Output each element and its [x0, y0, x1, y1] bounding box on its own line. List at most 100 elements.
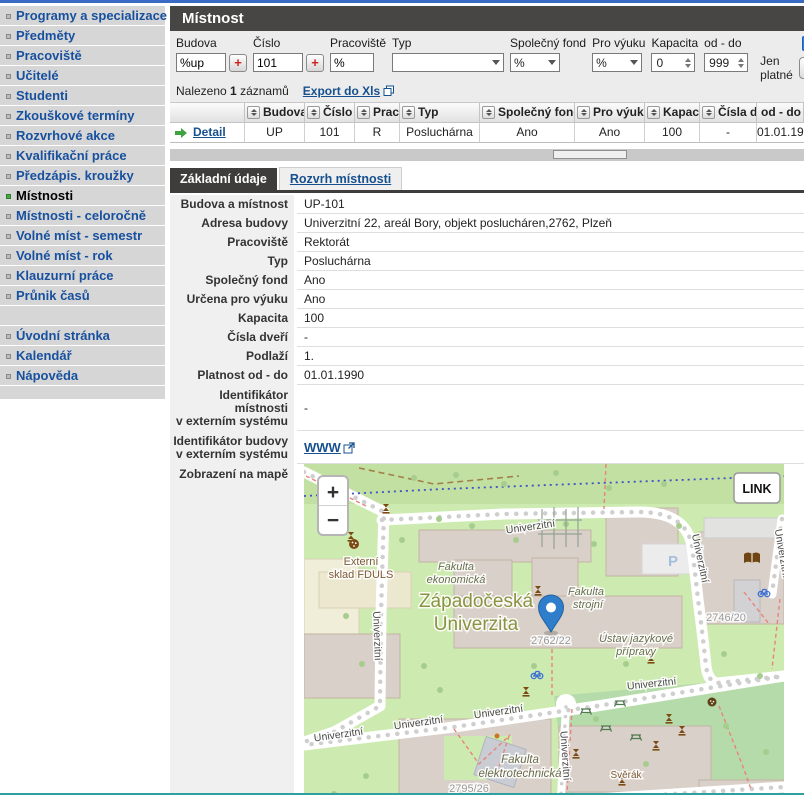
- jen-platne-label: Jen platné: [760, 54, 793, 82]
- sidebar-item-uvodni-stranka[interactable]: Úvodní stránka: [0, 326, 165, 345]
- bullet-icon: [6, 74, 11, 79]
- sidebar-item-predmety[interactable]: Předměty: [0, 26, 165, 45]
- sidebar-item-volne-mist-semestr[interactable]: Volné míst - semestr: [0, 226, 165, 245]
- row-arrow-icon[interactable]: [174, 127, 188, 139]
- detail-row: Adresa budovyUniverzitní 22, areál Bory,…: [170, 214, 804, 233]
- tab-underline: [170, 190, 804, 193]
- cell-cislo: 101: [305, 123, 355, 143]
- sidebar-item-napoveda[interactable]: Nápověda: [0, 366, 165, 385]
- spolecny-fond-select[interactable]: %: [510, 53, 560, 72]
- tab-rozvrh-mistnosti[interactable]: Rozvrh místnosti: [279, 167, 402, 190]
- external-link-icon: [343, 442, 355, 454]
- sort-typ-button[interactable]: [402, 106, 415, 119]
- page: Programy a specializace Předměty Pracovi…: [0, 0, 804, 795]
- pro-vyuku-label: Pro výuku: [592, 36, 645, 50]
- bullet-icon: [6, 354, 11, 359]
- scrollbar-thumb[interactable]: [553, 150, 627, 159]
- pracoviste-label: Pracoviště: [330, 36, 386, 50]
- sidebar-item-pracoviste[interactable]: Pracoviště: [0, 46, 165, 65]
- zoom-in-button[interactable]: +: [327, 481, 339, 504]
- sort-cislo-button[interactable]: [307, 106, 320, 119]
- export-xls-link[interactable]: Export do Xls: [303, 84, 380, 98]
- spolecny-fond-value: Ano: [297, 271, 804, 290]
- cisla-dveri-value: -: [297, 328, 804, 347]
- pracoviste-input[interactable]: [330, 53, 374, 72]
- sidebar-item-ucitele[interactable]: Učitelé: [0, 66, 165, 85]
- od-do-label: od - do: [704, 36, 748, 50]
- sort-pro-vyuku-button[interactable]: [577, 106, 590, 119]
- chevron-down-icon: [492, 60, 500, 65]
- sort-budova-button[interactable]: [247, 106, 260, 119]
- sidebar-item-zkouskove-terminy[interactable]: Zkouškové termíny: [0, 106, 165, 125]
- svg-text:Univerzitní: Univerzitní: [370, 611, 384, 661]
- sidebar-item-kvalifikacni-prace[interactable]: Kvalifikační práce: [0, 146, 165, 165]
- budova-a-mistnost-value: UP-101: [297, 195, 804, 214]
- budova-lookup-button[interactable]: +: [229, 54, 247, 72]
- filter-bar: Budova + Číslo + Pracoviště Typ: [170, 31, 804, 81]
- www-link[interactable]: WWW: [304, 441, 341, 454]
- bullet-icon: [6, 94, 11, 99]
- cislo-lookup-button[interactable]: +: [306, 54, 324, 72]
- cell-cisla-dveri: -: [700, 123, 757, 143]
- svg-text:Fakulta: Fakulta: [568, 586, 604, 598]
- sort-prac-button[interactable]: [357, 106, 370, 119]
- results-table-header: Budova Číslo Prac. Typ Společný fond Pro…: [170, 103, 804, 123]
- cell-spolecny-fond: Ano: [480, 123, 575, 143]
- filter-pracoviste: Pracoviště: [330, 36, 386, 72]
- cislo-input[interactable]: [253, 53, 303, 72]
- detail-link[interactable]: Detail: [193, 123, 226, 142]
- zoom-out-button[interactable]: −: [327, 509, 339, 532]
- urcena-pro-vyuku-value: Ano: [297, 290, 804, 309]
- export-window-icon: [383, 85, 395, 97]
- filter-spolecny-fond: Společný fond %: [510, 36, 586, 72]
- bullet-icon: [6, 334, 11, 339]
- sidebar-item-prunik-casu[interactable]: Průnik časů: [0, 286, 165, 305]
- cell-kapacita: 100: [645, 123, 700, 143]
- bullet-icon: [6, 274, 11, 279]
- svg-text:Fakulta: Fakulta: [438, 561, 474, 573]
- kapacita-stepper[interactable]: 0: [651, 53, 695, 72]
- typ-select[interactable]: [392, 53, 504, 72]
- cell-prac: R: [355, 123, 400, 143]
- map-link-button[interactable]: LINK: [734, 473, 780, 503]
- detail-row: TypPosluchárna: [170, 252, 804, 271]
- bullet-icon: [6, 174, 11, 179]
- sort-kapacita-button[interactable]: [647, 106, 660, 119]
- hledat-button[interactable]: Hledat: [799, 57, 804, 79]
- tab-zakladni-udaje[interactable]: Základní údaje: [170, 168, 277, 190]
- sidebar-item-mistnosti[interactable]: Místnosti: [0, 186, 165, 205]
- od-do-stepper[interactable]: 999: [704, 53, 748, 72]
- sidebar-item-predzapis-krouzky[interactable]: Předzápis. kroužky: [0, 166, 165, 185]
- budova-input[interactable]: [176, 53, 226, 72]
- spolecny-fond-label: Společný fond: [510, 36, 586, 50]
- svg-text:2795/26: 2795/26: [449, 783, 489, 795]
- detail-row: Podlaží1.: [170, 347, 804, 366]
- filter-typ: Typ: [392, 36, 504, 72]
- sort-spolecny-fond-button[interactable]: [482, 106, 495, 119]
- chevron-down-icon: [630, 60, 638, 65]
- sort-cisla-dveri-button[interactable]: [702, 106, 715, 119]
- sidebar-item-mistnosti-celorocne[interactable]: Místnosti - celoročně: [0, 206, 165, 225]
- svg-text:Fakulta: Fakulta: [501, 754, 539, 766]
- svg-text:2746/20: 2746/20: [706, 612, 746, 624]
- map[interactable]: Univerzitní Univerzitní Univerzitní Univ…: [304, 464, 784, 795]
- svg-text:LINK: LINK: [742, 482, 771, 496]
- detail-row: Budova a místnostUP-101: [170, 195, 804, 214]
- detail-row: Společný fondAno: [170, 271, 804, 290]
- sidebar-item-studenti[interactable]: Studenti: [0, 86, 165, 105]
- pro-vyuku-select[interactable]: %: [592, 53, 642, 72]
- sidebar-item-volne-mist-rok[interactable]: Volné míst - rok: [0, 246, 165, 265]
- horizontal-scrollbar[interactable]: [170, 149, 804, 161]
- bullet-icon: [6, 194, 11, 199]
- sidebar-item-kalendar[interactable]: Kalendář: [0, 346, 165, 365]
- stepper-arrows-icon[interactable]: [682, 58, 694, 68]
- sidebar-item-rozvrhove-akce[interactable]: Rozvrhové akce: [0, 126, 165, 145]
- detail-row: Identifikátor budovyv externím systému W…: [170, 431, 804, 464]
- bullet-icon: [6, 214, 11, 219]
- sidebar: Programy a specializace Předměty Pracovi…: [0, 6, 165, 399]
- sidebar-item-klauzurni-prace[interactable]: Klauzurní práce: [0, 266, 165, 285]
- map-canvas: Univerzitní Univerzitní Univerzitní Univ…: [304, 464, 784, 795]
- svg-text:strojní: strojní: [573, 599, 604, 611]
- stepper-arrows-icon[interactable]: [735, 58, 747, 68]
- sidebar-item-programy[interactable]: Programy a specializace: [0, 6, 165, 25]
